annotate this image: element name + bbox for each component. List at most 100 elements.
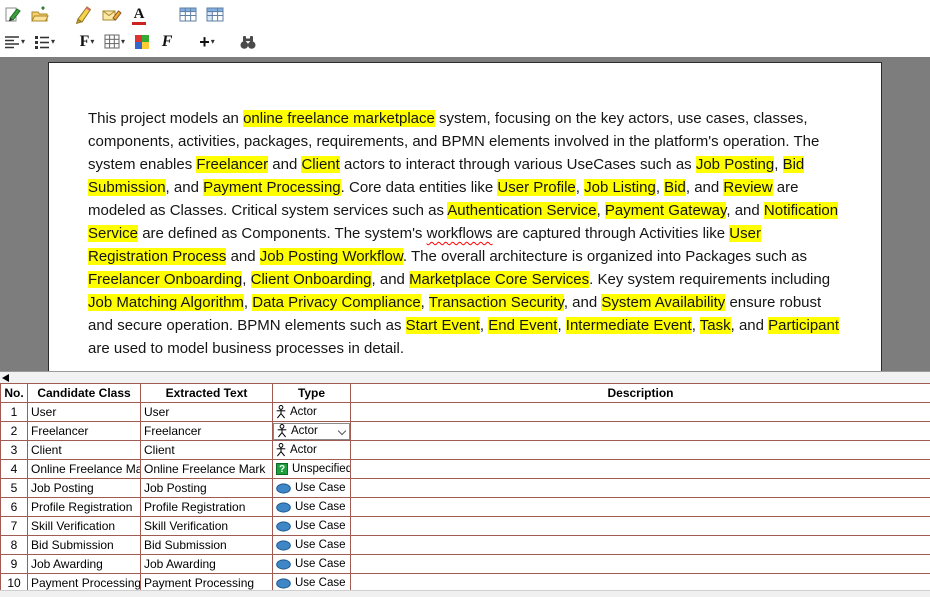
type-value[interactable]: Actor [273,403,350,421]
cell-candidate-class[interactable]: Payment Processing [28,574,141,591]
cell-extracted-text[interactable]: Job Posting [141,479,273,498]
edit-document-button[interactable] [2,3,24,27]
cell-candidate-class[interactable]: Skill Verification [28,517,141,536]
highlighted-term: Data Privacy Compliance [252,294,420,311]
type-value[interactable]: Use Case [273,574,350,590]
cell-type[interactable]: Use Case [273,517,351,536]
cell-extracted-text[interactable]: Payment Processing [141,574,273,591]
cell-extracted-text[interactable]: Client [141,441,273,460]
cell-type[interactable]: Actor [273,403,351,422]
cell-type[interactable]: Use Case [273,479,351,498]
candidate-row[interactable]: 6Profile RegistrationProfile Registratio… [1,498,930,517]
candidate-row[interactable]: 2FreelancerFreelancerActor [1,422,930,441]
type-combobox[interactable]: Actor [273,423,350,440]
text-run: , and [166,179,204,196]
type-value[interactable]: Use Case [273,498,350,516]
text-run: , [242,271,250,288]
cell-no[interactable]: 1 [1,403,28,422]
cell-no[interactable]: 4 [1,460,28,479]
splitter[interactable] [0,371,930,383]
cell-type[interactable]: Use Case [273,555,351,574]
cell-no[interactable]: 10 [1,574,28,591]
cell-no[interactable]: 9 [1,555,28,574]
cell-candidate-class[interactable]: User [28,403,141,422]
candidate-row[interactable]: 5Job PostingJob PostingUse Case [1,479,930,498]
candidate-row[interactable]: 3ClientClientActor [1,441,930,460]
grid-view-alt-button[interactable] [204,3,226,27]
cell-extracted-text[interactable]: Profile Registration [141,498,273,517]
candidate-row[interactable]: 10Payment ProcessingPayment ProcessingUs… [1,574,930,591]
cell-no[interactable]: 3 [1,441,28,460]
cell-type[interactable]: Use Case [273,536,351,555]
font-style-button[interactable]: A [129,3,149,27]
paragraph-style-button[interactable]: ▾ [2,30,27,54]
highlight-button[interactable] [71,3,95,27]
table-style-button[interactable]: ▾ [102,30,127,54]
cell-extracted-text[interactable]: Bid Submission [141,536,273,555]
cell-type[interactable]: ?Unspecified [273,460,351,479]
horizontal-scrollbar[interactable] [0,590,930,597]
open-folder-icon [31,6,49,24]
cell-extracted-text[interactable]: Online Freelance Mark [141,460,273,479]
function-button[interactable]: F [157,30,177,54]
cell-description[interactable] [351,403,930,422]
list-style-button[interactable]: ▾ [32,30,57,54]
cell-candidate-class[interactable]: Online Freelance Ma [28,460,141,479]
cell-extracted-text[interactable]: User [141,403,273,422]
cell-description[interactable] [351,422,930,441]
cell-description[interactable] [351,441,930,460]
cell-candidate-class[interactable]: Job Awarding [28,555,141,574]
type-value[interactable]: Actor [273,441,350,459]
candidate-row[interactable]: 8Bid SubmissionBid SubmissionUse Case [1,536,930,555]
candidate-row[interactable]: 1UserUserActor [1,403,930,422]
text-run: , [576,179,584,196]
cell-no[interactable]: 2 [1,422,28,441]
collapse-arrow-icon[interactable] [2,374,9,382]
document-area[interactable]: This project models an online freelance … [0,57,930,371]
cell-candidate-class[interactable]: Client [28,441,141,460]
candidate-row[interactable]: 7Skill VerificationSkill VerificationUse… [1,517,930,536]
cell-description[interactable] [351,574,930,591]
cell-extracted-text[interactable]: Freelancer [141,422,273,441]
cell-candidate-class[interactable]: Profile Registration [28,498,141,517]
font-button[interactable]: F▾ [77,30,97,54]
cell-description[interactable] [351,460,930,479]
cell-no[interactable]: 8 [1,536,28,555]
cell-description[interactable] [351,536,930,555]
type-value[interactable]: Use Case [273,536,350,554]
text-run: . Key system requirements including [589,271,830,288]
cell-description[interactable] [351,498,930,517]
cell-type[interactable]: Use Case [273,574,351,591]
add-button[interactable]: +▾ [197,30,217,54]
type-value[interactable]: ?Unspecified [273,460,350,478]
candidate-row[interactable]: 9Job AwardingJob AwardingUse Case [1,555,930,574]
cell-extracted-text[interactable]: Skill Verification [141,517,273,536]
cell-candidate-class[interactable]: Freelancer [28,422,141,441]
cell-type[interactable]: Use Case [273,498,351,517]
compose-note-button[interactable] [100,3,124,27]
cell-no[interactable]: 6 [1,498,28,517]
cell-no[interactable]: 7 [1,517,28,536]
cell-description[interactable] [351,555,930,574]
candidate-row[interactable]: 4Online Freelance MaOnline Freelance Mar… [1,460,930,479]
grid-view-button[interactable] [177,3,199,27]
cell-extracted-text[interactable]: Job Awarding [141,555,273,574]
document-page[interactable]: This project models an online freelance … [48,62,882,371]
cell-no[interactable]: 5 [1,479,28,498]
open-button[interactable] [29,3,51,27]
color-palette-button[interactable] [132,30,152,54]
find-button[interactable] [237,30,259,54]
cell-description[interactable] [351,517,930,536]
chevron-down-icon[interactable] [338,426,346,434]
cell-candidate-class[interactable]: Job Posting [28,479,141,498]
actor-icon [276,443,286,457]
cell-type[interactable]: Actor [273,422,351,441]
font-color-icon: A [132,7,147,22]
cell-candidate-class[interactable]: Bid Submission [28,536,141,555]
document-text[interactable]: This project models an online freelance … [88,107,842,360]
cell-description[interactable] [351,479,930,498]
type-value[interactable]: Use Case [273,479,350,497]
type-value[interactable]: Use Case [273,517,350,535]
type-value[interactable]: Use Case [273,555,350,573]
cell-type[interactable]: Actor [273,441,351,460]
